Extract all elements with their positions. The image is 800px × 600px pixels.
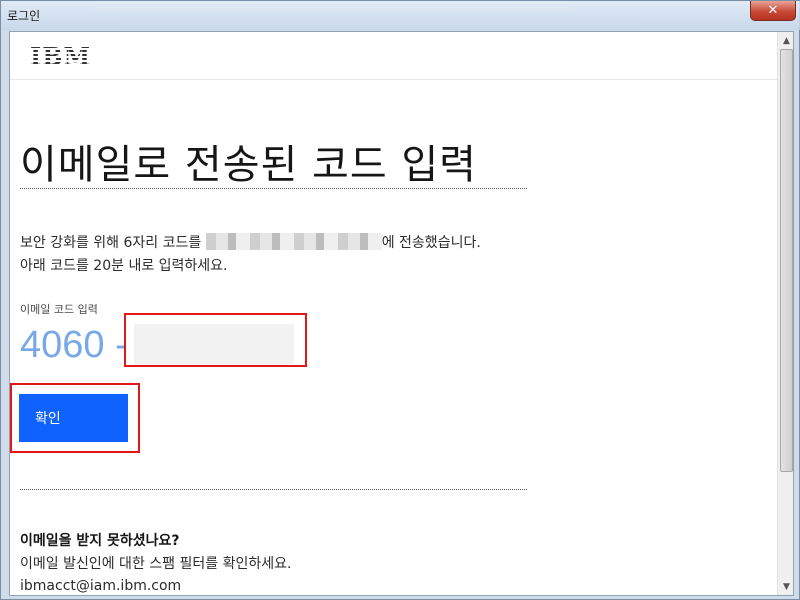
title-bar[interactable]: 로그인 ✕ <box>1 1 800 30</box>
code-prefix: 4060 - <box>20 324 128 366</box>
close-button[interactable]: ✕ <box>750 1 796 21</box>
scroll-up-icon[interactable]: ▲ <box>778 32 793 49</box>
scroll-down-icon[interactable]: ▼ <box>778 578 793 595</box>
ibm-logo: IBM <box>30 42 92 71</box>
button-highlight-box <box>10 383 140 453</box>
help-title: 이메일을 받지 못하셨나요? <box>20 533 180 549</box>
instructions: 보안 강화를 위해 6자리 코드를 에 전송했습니다. 아래 코드를 20분 내… <box>20 232 481 278</box>
scroll-thumb[interactable] <box>780 49 793 472</box>
page-title: 이메일로 전송된 코드 입력 <box>20 142 477 188</box>
page-header: IBM <box>10 32 778 80</box>
help-text: 이메일 발신인에 대한 스팸 필터를 확인하세요. <box>20 556 292 572</box>
input-highlight-box <box>124 313 307 367</box>
vertical-scrollbar[interactable]: ▲ ▼ <box>777 32 793 595</box>
redacted-email <box>205 233 382 250</box>
instructions-line-2: 아래 코드를 20분 내로 입력하세요. <box>20 258 228 274</box>
login-window: 로그인 ✕ IBM 이메일로 전송된 코드 입력 보안 강화를 위해 6자리 코… <box>0 0 800 600</box>
window-title: 로그인 <box>7 9 41 23</box>
code-field-label: 이메일 코드 입력 <box>20 303 98 316</box>
instructions-line-1: 보안 강화를 위해 6자리 코드를 에 전송했습니다. <box>20 233 481 251</box>
help-email: ibmacct@iam.ibm.com <box>20 578 182 594</box>
page-content: IBM 이메일로 전송된 코드 입력 보안 강화를 위해 6자리 코드를 에 전… <box>9 31 794 596</box>
title-divider <box>20 188 527 189</box>
section-divider <box>20 489 527 490</box>
